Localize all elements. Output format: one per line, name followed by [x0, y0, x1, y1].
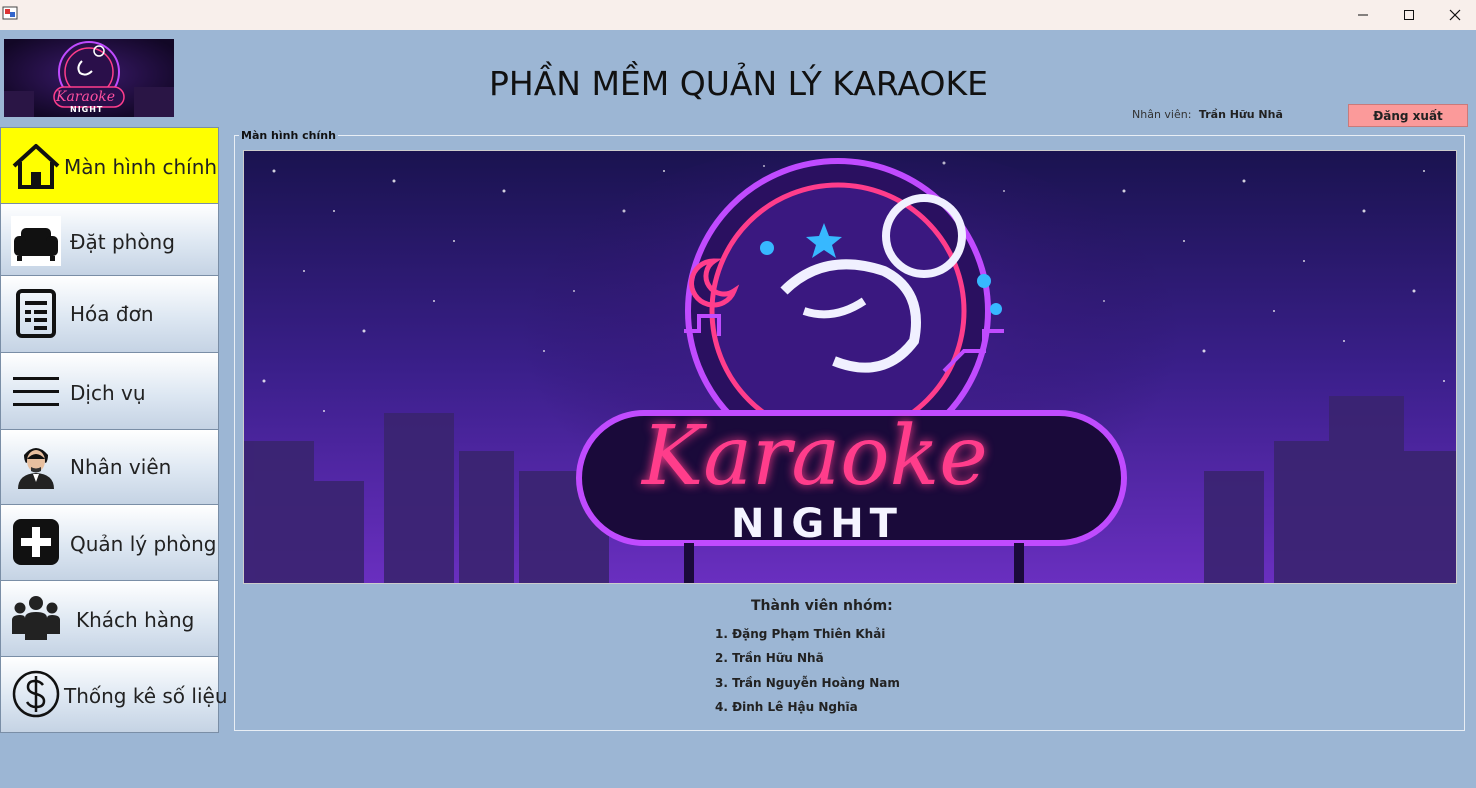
- members-title: Thành viên nhóm:: [751, 598, 893, 614]
- sidebar-item-label: Thống kê số liệu: [64, 684, 228, 708]
- panel-title: Màn hình chính: [239, 129, 338, 142]
- close-button[interactable]: [1432, 0, 1476, 30]
- sidebar: Màn hình chính Đặt phòng Hóa đơn Dịch vụ…: [0, 127, 228, 733]
- page-title: PHẦN MỀM QUẢN LÝ KARAOKE: [489, 64, 988, 103]
- sidebar-item-label: Dịch vụ: [70, 381, 146, 405]
- user-name: Trần Hữu Nhã: [1198, 108, 1283, 121]
- sidebar-item-label: Quản lý phòng: [70, 532, 217, 556]
- member-item: 1. Đặng Phạm Thiên Khải: [715, 627, 886, 641]
- title-bar: [0, 0, 1476, 30]
- employee-icon: [18, 448, 54, 489]
- sidebar-item-customers[interactable]: Khách hàng: [0, 581, 219, 657]
- menu-icon: [13, 377, 59, 406]
- logo-text: Karaoke: [56, 89, 116, 105]
- invoice-icon: [16, 289, 56, 338]
- sidebar-item-services[interactable]: Dịch vụ: [0, 353, 219, 430]
- sidebar-item-statistics[interactable]: Thống kê số liệu: [0, 657, 228, 733]
- sofa-icon: [11, 216, 61, 266]
- member-item: 2. Trần Hữu Nhã: [715, 651, 824, 665]
- maximize-icon: [1404, 10, 1414, 20]
- sidebar-item-booking[interactable]: Đặt phòng: [0, 204, 219, 276]
- logo-subtext: NIGHT: [70, 105, 104, 114]
- minimize-icon: [1358, 14, 1368, 16]
- banner-subtext: NIGHT: [731, 501, 903, 547]
- sidebar-item-label: Đặt phòng: [70, 230, 175, 254]
- customers-icon: [12, 596, 60, 640]
- logout-button[interactable]: Đăng xuất: [1348, 104, 1468, 127]
- sidebar-item-home[interactable]: Màn hình chính: [0, 127, 219, 204]
- user-label: Nhân viên:: [1132, 108, 1192, 121]
- banner-text: Karaoke: [642, 409, 988, 504]
- member-item: 3. Trần Nguyễn Hoàng Nam: [715, 676, 900, 690]
- sidebar-item-label: Nhân viên: [70, 455, 172, 479]
- java-app-icon: [2, 6, 18, 20]
- home-icon: [12, 144, 60, 189]
- close-icon: [1449, 9, 1461, 21]
- sidebar-item-label: Khách hàng: [76, 608, 195, 632]
- sidebar-item-invoice[interactable]: Hóa đơn: [0, 276, 219, 353]
- plus-icon: [13, 519, 59, 565]
- user-info: Nhân viên: Trần Hữu Nhã: [1132, 108, 1283, 121]
- minimize-button[interactable]: [1340, 0, 1386, 30]
- sidebar-item-employees[interactable]: Nhân viên: [0, 430, 219, 505]
- sidebar-item-label: Màn hình chính: [64, 155, 218, 179]
- karaoke-banner: Karaoke NIGHT: [243, 150, 1457, 584]
- app-logo: Karaoke NIGHT: [4, 39, 174, 117]
- sidebar-item-label: Hóa đơn: [70, 302, 154, 326]
- sidebar-item-rooms[interactable]: Quản lý phòng: [0, 505, 219, 581]
- member-item: 4. Đinh Lê Hậu Nghĩa: [715, 700, 858, 714]
- maximize-button[interactable]: [1386, 0, 1432, 30]
- dollar-icon: [12, 670, 60, 718]
